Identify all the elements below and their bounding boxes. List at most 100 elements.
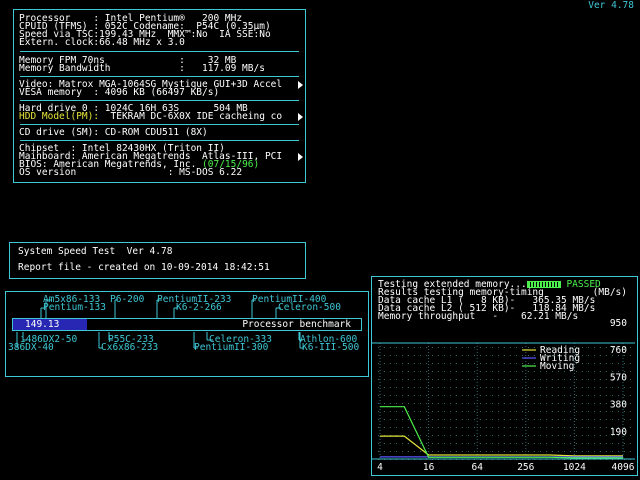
grid-dot <box>474 371 475 372</box>
grid-dot <box>432 451 433 452</box>
grid-dot <box>414 451 415 452</box>
grid-dot <box>522 403 523 404</box>
grid-dot <box>396 419 397 420</box>
grid-dot <box>462 371 463 372</box>
grid-dot <box>576 419 577 420</box>
grid-dot <box>612 451 613 452</box>
grid-dot <box>630 435 631 436</box>
grid-dot <box>516 427 517 428</box>
grid-dot <box>420 403 421 404</box>
grid-dot <box>534 451 535 452</box>
grid-dot <box>456 443 457 444</box>
grid-dot <box>414 411 415 412</box>
separator <box>20 140 299 141</box>
grid-dot <box>462 419 463 420</box>
grid-dot <box>498 371 499 372</box>
grid-dot <box>522 355 523 356</box>
grid-dot <box>588 419 589 420</box>
grid-dot <box>408 443 409 444</box>
grid-dot <box>516 403 517 404</box>
grid-dot <box>408 387 409 388</box>
benchmark-panel: Am5x86-133 P6-200 PentiumII-233 PentiumI… <box>5 291 369 377</box>
grid-dot <box>384 379 385 380</box>
grid-dot <box>534 419 535 420</box>
grid-dot <box>396 347 397 348</box>
grid-dot <box>450 355 451 356</box>
grid-dot <box>384 363 385 364</box>
grid-dot <box>486 355 487 356</box>
grid-dot <box>606 435 607 436</box>
grid-dot <box>594 451 595 452</box>
expand-arrow-icon[interactable] <box>298 113 303 121</box>
y-tick-label: 190 <box>610 427 627 438</box>
grid-dot <box>552 451 553 452</box>
grid-dot <box>606 347 607 348</box>
grid-dot <box>474 355 475 356</box>
grid-dot <box>582 395 583 396</box>
grid-dot <box>588 347 589 348</box>
grid-dot <box>390 363 391 364</box>
grid-dot <box>504 347 505 348</box>
grid-dot <box>474 403 475 404</box>
benchmark-label: K6-III-500 <box>302 342 360 353</box>
grid-dot <box>420 355 421 356</box>
grid-dot <box>522 347 523 348</box>
grid-dot <box>408 379 409 380</box>
grid-dot <box>630 411 631 412</box>
benchmark-label: 386DX-40 <box>8 342 54 353</box>
grid-dot <box>522 411 523 412</box>
x-tick-label: 16 <box>423 462 435 473</box>
memory-test-panel: Testing extended memory... PASSED Result… <box>371 276 638 476</box>
grid-dot <box>594 403 595 404</box>
grid-dot <box>396 403 397 404</box>
grid-dot <box>540 419 541 420</box>
grid-dot <box>510 355 511 356</box>
grid-dot <box>456 435 457 436</box>
grid-dot <box>486 347 487 348</box>
system-info-panel: Processor : Intel Pentium® 200 MHz CPUID… <box>13 9 306 183</box>
grid-dot <box>528 347 529 348</box>
grid-dot <box>450 387 451 388</box>
grid-dot <box>498 347 499 348</box>
expand-arrow-icon[interactable] <box>298 81 303 89</box>
grid-dot <box>522 451 523 452</box>
grid-dot <box>378 379 379 380</box>
grid-dot <box>492 443 493 444</box>
hdd-model-line[interactable]: HDD Model(PM): TEKRAM DC-6X0X IDE cachei… <box>19 112 282 122</box>
grid-dot <box>618 419 619 420</box>
grid-dot <box>390 443 391 444</box>
grid-dot <box>588 355 589 356</box>
grid-dot <box>576 427 577 428</box>
grid-dot <box>438 347 439 348</box>
grid-dot <box>534 403 535 404</box>
grid-dot <box>504 395 505 396</box>
grid-dot <box>444 363 445 364</box>
grid-dot <box>450 451 451 452</box>
grid-dot <box>498 427 499 428</box>
extclock-line: Extern. clock:66.48 MHz x 3.0 <box>19 37 185 48</box>
grid-dot <box>444 451 445 452</box>
grid-dot <box>576 395 577 396</box>
grid-dot <box>444 443 445 444</box>
grid-dot <box>516 435 517 436</box>
grid-dot <box>540 435 541 436</box>
grid-dot <box>474 411 475 412</box>
grid-dot <box>630 427 631 428</box>
expand-arrow-icon[interactable] <box>298 153 303 161</box>
grid-dot <box>450 395 451 396</box>
grid-dot <box>432 371 433 372</box>
grid-dot <box>426 395 427 396</box>
grid-dot <box>492 347 493 348</box>
grid-dot <box>378 427 379 428</box>
grid-dot <box>582 347 583 348</box>
grid-dot <box>432 427 433 428</box>
grid-dot <box>396 355 397 356</box>
grid-dot <box>630 347 631 348</box>
grid-dot <box>546 411 547 412</box>
grid-dot <box>588 387 589 388</box>
grid-dot <box>384 451 385 452</box>
benchmark-label: Pentium-133 <box>43 302 106 313</box>
grid-dot <box>498 411 499 412</box>
grid-dot <box>390 379 391 380</box>
grid-dot <box>468 435 469 436</box>
